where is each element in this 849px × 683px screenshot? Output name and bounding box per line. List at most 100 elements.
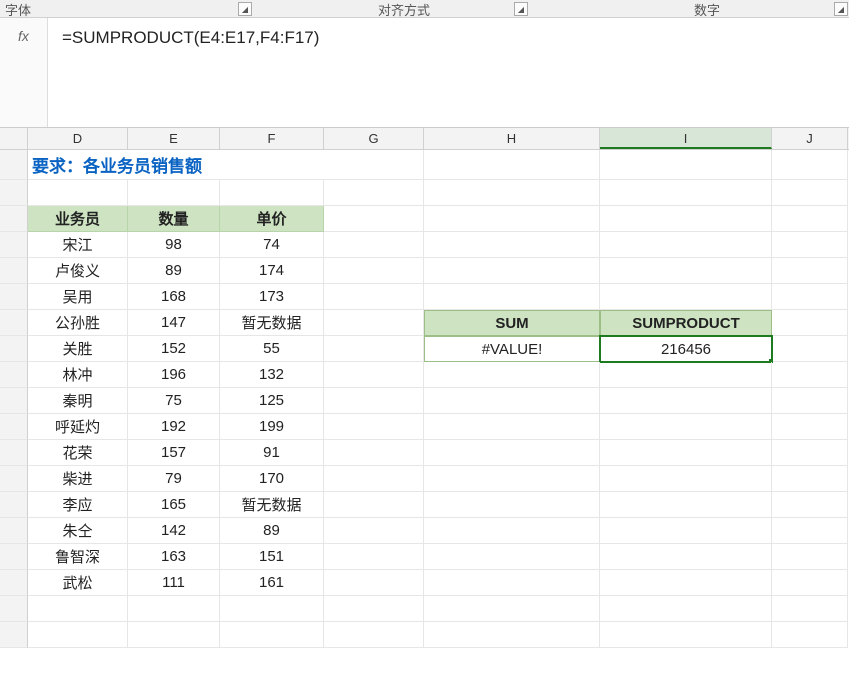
cell[interactable] <box>424 284 600 310</box>
cell[interactable] <box>324 310 424 336</box>
row-header[interactable] <box>0 150 28 180</box>
th-agent[interactable]: 业务员 <box>28 206 128 232</box>
cell[interactable] <box>600 492 772 518</box>
mini-header-sumproduct[interactable]: SUMPRODUCT <box>600 310 772 336</box>
col-header-F[interactable]: F <box>220 128 324 149</box>
cell-price[interactable]: 暂无数据 <box>220 492 324 518</box>
cell[interactable] <box>424 492 600 518</box>
cell[interactable] <box>424 258 600 284</box>
cell[interactable] <box>424 388 600 414</box>
cell[interactable] <box>772 284 848 310</box>
cell[interactable] <box>324 258 424 284</box>
cell-agent[interactable]: 花荣 <box>28 440 128 466</box>
col-header-E[interactable]: E <box>128 128 220 149</box>
cell-price[interactable]: 暂无数据 <box>220 310 324 336</box>
row-header[interactable] <box>0 440 28 466</box>
cell[interactable] <box>600 284 772 310</box>
cell[interactable] <box>324 492 424 518</box>
row-header[interactable] <box>0 466 28 492</box>
cell[interactable] <box>324 336 424 362</box>
cell-qty[interactable]: 98 <box>128 232 220 258</box>
cell-agent[interactable]: 武松 <box>28 570 128 596</box>
cell[interactable] <box>772 492 848 518</box>
mini-header-sum[interactable]: SUM <box>424 310 600 336</box>
cell[interactable] <box>600 570 772 596</box>
cell-price[interactable]: 91 <box>220 440 324 466</box>
cell-qty[interactable]: 147 <box>128 310 220 336</box>
cell-qty[interactable]: 89 <box>128 258 220 284</box>
align-dialog-launcher[interactable]: ◢ <box>514 2 528 16</box>
cell-qty[interactable]: 152 <box>128 336 220 362</box>
cell-price[interactable]: 199 <box>220 414 324 440</box>
th-qty[interactable]: 数量 <box>128 206 220 232</box>
cell-price[interactable]: 74 <box>220 232 324 258</box>
cell[interactable] <box>600 232 772 258</box>
result-sum[interactable]: #VALUE! <box>424 336 600 362</box>
cell[interactable] <box>324 232 424 258</box>
cell-price[interactable]: 161 <box>220 570 324 596</box>
row-header[interactable] <box>0 362 28 388</box>
row-header[interactable] <box>0 414 28 440</box>
cell[interactable] <box>772 414 848 440</box>
row-header[interactable] <box>0 232 28 258</box>
cell-price[interactable]: 151 <box>220 544 324 570</box>
row-header[interactable] <box>0 258 28 284</box>
cell-qty[interactable]: 165 <box>128 492 220 518</box>
row-header[interactable] <box>0 206 28 232</box>
cell-qty[interactable]: 75 <box>128 388 220 414</box>
cell-agent[interactable]: 公孙胜 <box>28 310 128 336</box>
cell[interactable] <box>424 362 600 388</box>
cell[interactable] <box>600 440 772 466</box>
cell[interactable] <box>600 258 772 284</box>
col-header-H[interactable]: H <box>424 128 600 149</box>
row-header[interactable] <box>0 310 28 336</box>
row-header[interactable] <box>0 596 28 622</box>
cell-agent[interactable]: 朱仝 <box>28 518 128 544</box>
cell[interactable] <box>600 388 772 414</box>
cell[interactable] <box>600 466 772 492</box>
cell-agent[interactable]: 宋江 <box>28 232 128 258</box>
cell[interactable] <box>772 466 848 492</box>
cell[interactable] <box>424 466 600 492</box>
cell[interactable] <box>424 440 600 466</box>
cell[interactable] <box>772 362 848 388</box>
cell[interactable] <box>772 518 848 544</box>
cell[interactable] <box>324 570 424 596</box>
row-header[interactable] <box>0 388 28 414</box>
cell-agent[interactable]: 秦明 <box>28 388 128 414</box>
row-header[interactable] <box>0 544 28 570</box>
col-header-J[interactable]: J <box>772 128 848 149</box>
cell-agent[interactable]: 李应 <box>28 492 128 518</box>
cell[interactable] <box>324 466 424 492</box>
cell[interactable] <box>324 150 424 180</box>
cell-price[interactable]: 89 <box>220 518 324 544</box>
cell[interactable] <box>424 518 600 544</box>
cell[interactable] <box>424 570 600 596</box>
cell[interactable] <box>772 388 848 414</box>
cell-agent[interactable]: 柴进 <box>28 466 128 492</box>
cell-price[interactable]: 174 <box>220 258 324 284</box>
formula-input[interactable]: =SUMPRODUCT(E4:E17,F4:F17) <box>48 18 849 127</box>
cell-qty[interactable]: 157 <box>128 440 220 466</box>
cell-qty[interactable]: 168 <box>128 284 220 310</box>
cell-qty[interactable]: 79 <box>128 466 220 492</box>
row-header[interactable] <box>0 284 28 310</box>
cell[interactable] <box>772 310 848 336</box>
cell[interactable] <box>772 336 848 362</box>
cell[interactable] <box>324 544 424 570</box>
row-header[interactable] <box>0 180 28 206</box>
row-header[interactable] <box>0 336 28 362</box>
cell-agent[interactable]: 卢俊义 <box>28 258 128 284</box>
col-header-D[interactable]: D <box>28 128 128 149</box>
cell-qty[interactable]: 163 <box>128 544 220 570</box>
cell[interactable] <box>324 284 424 310</box>
cell[interactable] <box>772 544 848 570</box>
cell-price[interactable]: 170 <box>220 466 324 492</box>
cell[interactable] <box>324 414 424 440</box>
cell[interactable] <box>324 388 424 414</box>
result-sumproduct[interactable]: 216456 <box>600 336 772 362</box>
select-all-corner[interactable] <box>0 128 28 149</box>
cell[interactable] <box>772 570 848 596</box>
row-header[interactable] <box>0 492 28 518</box>
cell[interactable] <box>600 544 772 570</box>
